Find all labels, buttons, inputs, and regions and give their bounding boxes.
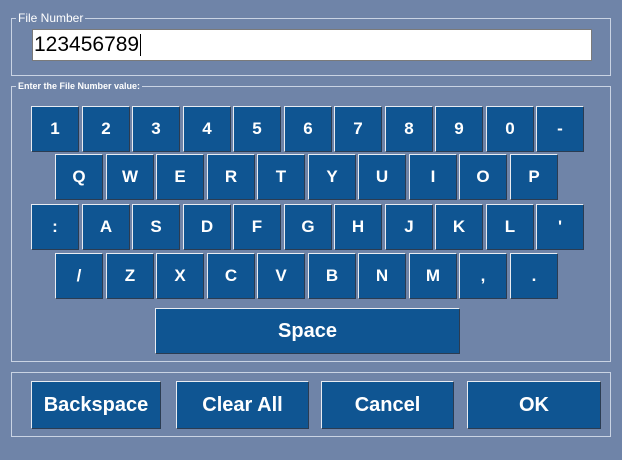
key[interactable]: K [435,204,483,250]
key[interactable]: N [358,253,406,299]
key[interactable]: U [358,154,406,200]
keyboard-prompt-label: Enter the File Number value: [16,81,143,91]
key[interactable]: , [459,253,507,299]
key[interactable]: T [257,154,305,200]
key[interactable]: : [31,204,79,250]
key[interactable]: 9 [435,106,483,152]
key[interactable]: G [284,204,332,250]
key[interactable]: 7 [334,106,382,152]
key[interactable]: W [106,154,154,200]
key[interactable]: / [55,253,103,299]
ok-button[interactable]: OK [467,381,601,429]
file-number-value: 123456789 [34,33,140,56]
key[interactable]: C [207,253,255,299]
key[interactable]: R [207,154,255,200]
key[interactable]: V [257,253,305,299]
key[interactable]: 3 [132,106,180,152]
key[interactable]: L [486,204,534,250]
key[interactable]: P [510,154,558,200]
space-key[interactable]: Space [155,308,460,354]
file-number-input[interactable]: 123456789 [32,29,592,61]
file-number-group: File Number 123456789 [11,12,611,76]
key[interactable]: 6 [284,106,332,152]
clear-all-button[interactable]: Clear All [176,381,309,429]
key[interactable]: S [132,204,180,250]
key[interactable]: 8 [385,106,433,152]
action-group: Backspace Clear All Cancel OK [11,372,611,437]
keyboard-group: Enter the File Number value: 1234567890-… [11,82,611,362]
key[interactable]: F [233,204,281,250]
key[interactable]: D [183,204,231,250]
key[interactable]: Y [308,154,356,200]
file-number-label: File Number [16,11,86,25]
key[interactable]: B [308,253,356,299]
key[interactable]: M [409,253,457,299]
key[interactable]: J [385,204,433,250]
key[interactable]: X [156,253,204,299]
key[interactable]: Z [106,253,154,299]
key[interactable]: 5 [233,106,281,152]
key[interactable]: 0 [486,106,534,152]
key[interactable]: A [82,204,130,250]
key[interactable]: . [510,253,558,299]
key[interactable]: E [156,154,204,200]
key[interactable]: - [536,106,584,152]
key[interactable]: Q [55,154,103,200]
backspace-button[interactable]: Backspace [31,381,161,429]
key[interactable]: 4 [183,106,231,152]
key[interactable]: H [334,204,382,250]
key[interactable]: 2 [82,106,130,152]
text-caret [140,34,142,56]
key[interactable]: O [459,154,507,200]
key[interactable]: ' [536,204,584,250]
cancel-button[interactable]: Cancel [321,381,454,429]
key[interactable]: 1 [31,106,79,152]
key[interactable]: I [409,154,457,200]
